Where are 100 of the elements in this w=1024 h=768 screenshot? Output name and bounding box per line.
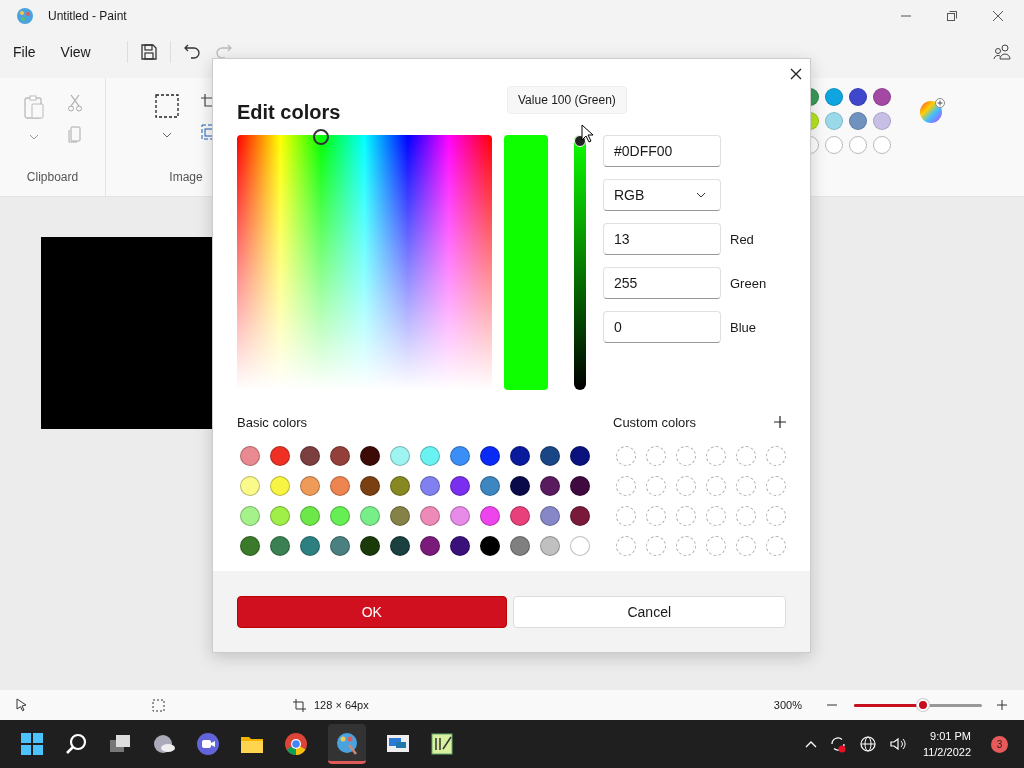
ok-button[interactable]: OK (237, 595, 507, 628)
color-swatch[interactable] (360, 506, 380, 526)
chevron-down-icon[interactable] (28, 134, 39, 140)
palette-swatch[interactable] (825, 112, 843, 130)
custom-color-slot[interactable] (736, 446, 756, 466)
globe-icon[interactable] (858, 735, 877, 753)
color-swatch[interactable] (450, 536, 470, 556)
custom-color-slot[interactable] (706, 506, 726, 526)
close-icon[interactable] (790, 68, 802, 80)
palette-swatch[interactable] (873, 112, 891, 130)
clock[interactable]: 9:01 PM 11/2/2022 (922, 728, 971, 760)
color-swatch[interactable] (360, 536, 380, 556)
notepad-icon[interactable] (430, 732, 454, 756)
color-swatch[interactable] (390, 476, 410, 496)
color-swatch[interactable] (330, 536, 350, 556)
custom-color-slot[interactable] (676, 536, 696, 556)
color-swatch[interactable] (360, 446, 380, 466)
custom-color-slot[interactable] (706, 476, 726, 496)
color-swatch[interactable] (330, 446, 350, 466)
chevron-up-icon[interactable] (804, 740, 817, 748)
custom-color-slot[interactable] (706, 446, 726, 466)
color-swatch[interactable] (420, 536, 440, 556)
custom-color-slot[interactable] (736, 506, 756, 526)
color-swatch[interactable] (570, 536, 590, 556)
color-swatch[interactable] (540, 536, 560, 556)
color-swatch[interactable] (270, 506, 290, 526)
color-swatch[interactable] (420, 506, 440, 526)
custom-color-slot[interactable] (616, 446, 636, 466)
custom-color-slot[interactable] (616, 536, 636, 556)
color-swatch[interactable] (300, 446, 320, 466)
palette-swatch[interactable] (849, 112, 867, 130)
color-swatch[interactable] (300, 506, 320, 526)
color-swatch[interactable] (450, 446, 470, 466)
palette-swatch[interactable] (873, 88, 891, 106)
color-swatch[interactable] (330, 506, 350, 526)
custom-color-slot[interactable] (616, 506, 636, 526)
color-swatch[interactable] (540, 506, 560, 526)
maximize-icon[interactable] (946, 10, 958, 22)
color-swatch[interactable] (270, 446, 290, 466)
custom-color-slot[interactable] (706, 536, 726, 556)
hex-field[interactable]: #0DFF00 (603, 135, 721, 167)
custom-color-slot[interactable] (646, 446, 666, 466)
color-swatch[interactable] (240, 536, 260, 556)
custom-color-slot[interactable] (646, 506, 666, 526)
color-swatch[interactable] (480, 506, 500, 526)
channel-field[interactable]: 0 (603, 311, 721, 343)
taskbar-button[interactable] (328, 724, 366, 764)
custom-color-slot[interactable] (736, 476, 756, 496)
color-swatch[interactable] (420, 446, 440, 466)
color-swatch[interactable] (480, 446, 500, 466)
color-swatch[interactable] (450, 476, 470, 496)
custom-color-slot[interactable] (766, 476, 786, 496)
color-swatch[interactable] (450, 506, 470, 526)
custom-color-slot[interactable] (736, 536, 756, 556)
custom-color-slot[interactable] (646, 536, 666, 556)
people-icon[interactable] (992, 43, 1012, 61)
color-swatch[interactable] (510, 506, 530, 526)
browser-icon[interactable] (284, 732, 308, 756)
picker-handle[interactable] (313, 129, 329, 145)
color-wheel-icon[interactable] (919, 98, 945, 124)
menu-item[interactable]: File (12, 44, 48, 60)
color-swatch[interactable] (240, 446, 260, 466)
color-swatch[interactable] (240, 476, 260, 496)
value-slider[interactable] (574, 135, 586, 390)
color-swatch[interactable] (480, 476, 500, 496)
color-swatch[interactable] (390, 536, 410, 556)
save-icon[interactable] (139, 43, 158, 61)
custom-color-slot[interactable] (676, 446, 696, 466)
color-swatch[interactable] (510, 446, 530, 466)
color-swatch[interactable] (480, 536, 500, 556)
sync-icon[interactable] (828, 735, 847, 753)
custom-color-slot[interactable] (766, 506, 786, 526)
color-swatch[interactable] (390, 506, 410, 526)
color-swatch[interactable] (300, 476, 320, 496)
color-swatch[interactable] (570, 506, 590, 526)
color-swatch[interactable] (510, 476, 530, 496)
color-swatch[interactable] (390, 446, 410, 466)
close-icon[interactable] (992, 10, 1004, 22)
palette-swatch[interactable] (825, 88, 843, 106)
color-swatch[interactable] (240, 506, 260, 526)
custom-color-slot[interactable] (676, 506, 696, 526)
color-swatch[interactable] (540, 446, 560, 466)
custom-color-slot[interactable] (616, 476, 636, 496)
color-swatch[interactable] (270, 536, 290, 556)
search-icon[interactable] (64, 732, 88, 756)
color-swatch[interactable] (270, 476, 290, 496)
color-swatch[interactable] (570, 476, 590, 496)
color-swatch[interactable] (360, 476, 380, 496)
notification-badge[interactable]: 3 (991, 735, 1008, 753)
chevron-down-icon[interactable] (162, 132, 172, 138)
add-icon[interactable] (774, 416, 786, 428)
custom-color-slot[interactable] (766, 446, 786, 466)
color-swatch[interactable] (300, 536, 320, 556)
channel-field[interactable]: 255 (603, 267, 721, 299)
cancel-button[interactable]: Cancel (512, 595, 786, 628)
color-spectrum[interactable] (237, 135, 492, 390)
video-call-icon[interactable] (196, 732, 220, 756)
custom-color-slot[interactable] (646, 476, 666, 496)
zoom-in-icon[interactable] (996, 699, 1008, 711)
color-swatch[interactable] (540, 476, 560, 496)
